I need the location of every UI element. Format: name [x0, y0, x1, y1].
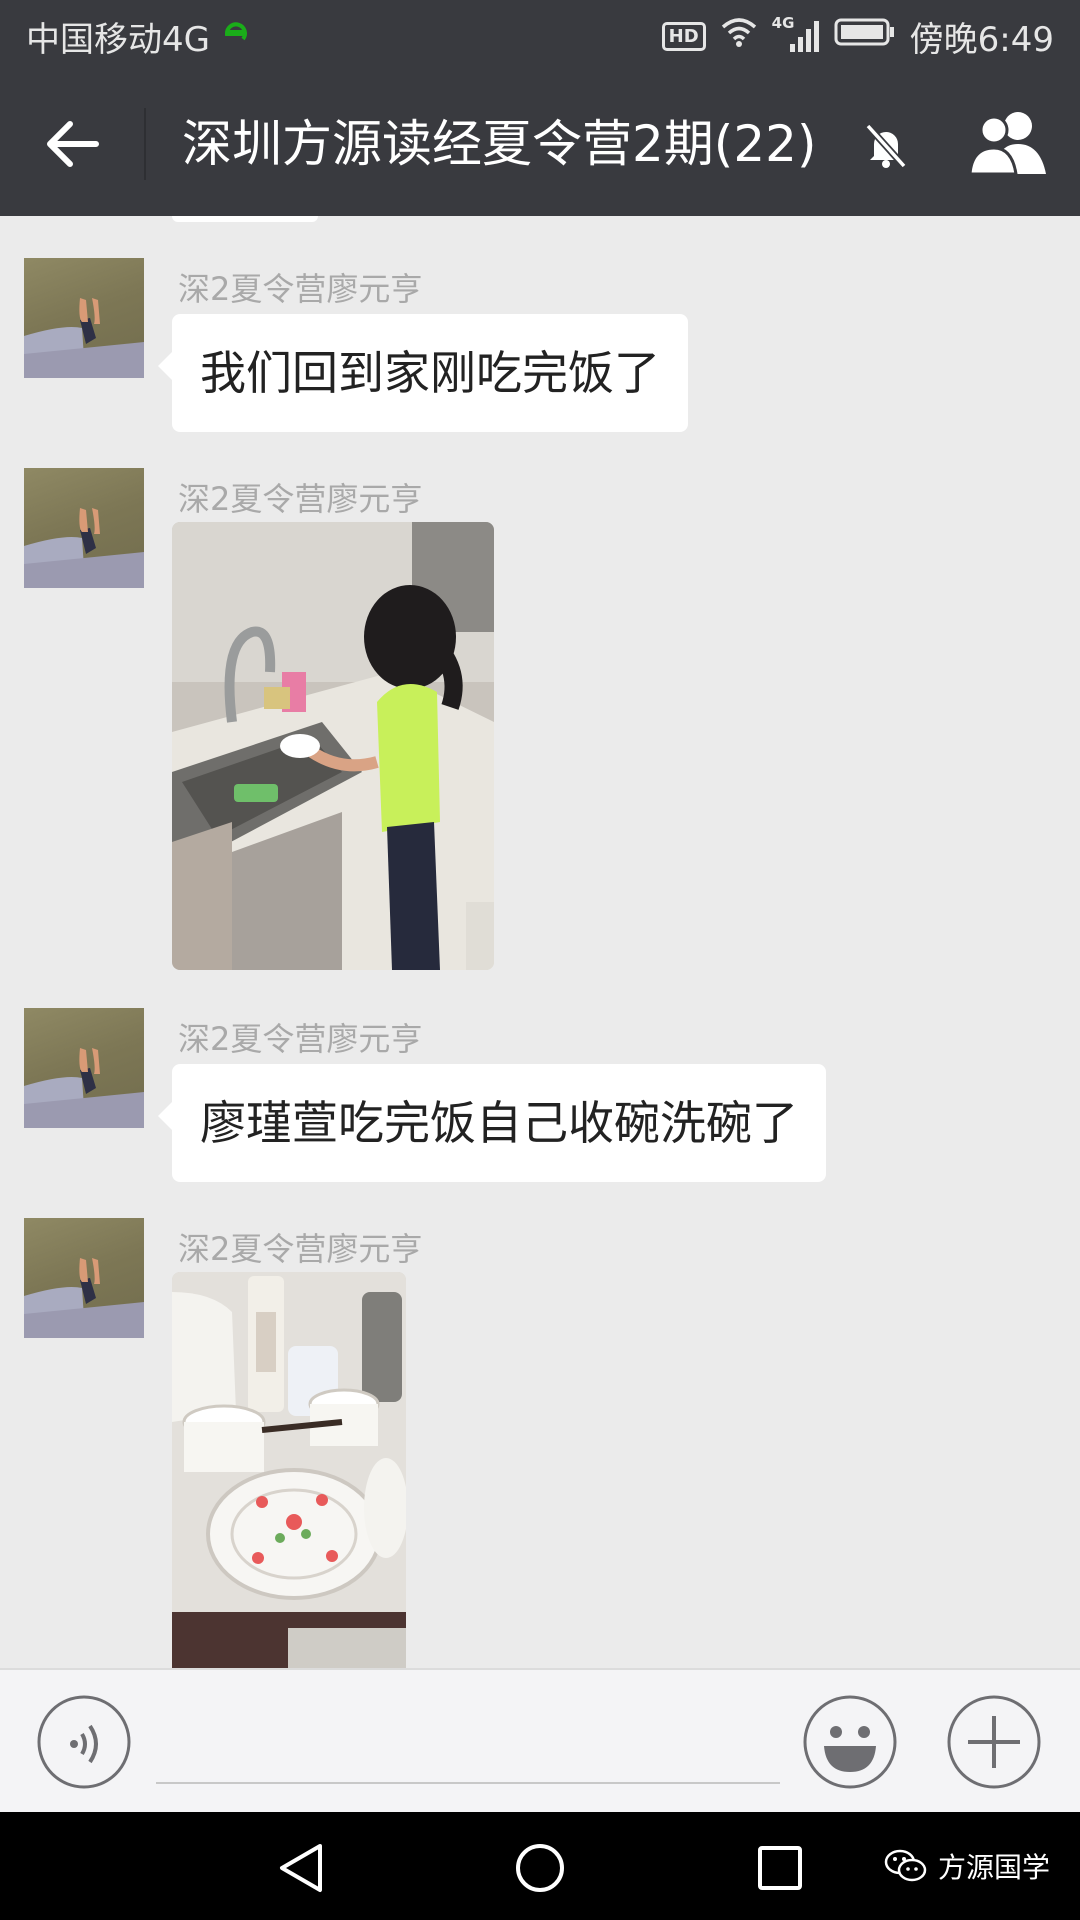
- wechat-logo-icon: [884, 1849, 927, 1882]
- chat-title: 深圳方源读经夏令营2期(22): [182, 115, 817, 173]
- nav-back-button[interactable]: [276, 1842, 324, 1898]
- battery-icon: [834, 16, 896, 56]
- message-input[interactable]: [156, 1690, 780, 1784]
- nav-home-button[interactable]: [514, 1842, 566, 1898]
- emoji-icon: [803, 1695, 897, 1789]
- group-members-button[interactable]: [966, 110, 1050, 180]
- nav-back-icon: [280, 1844, 322, 1892]
- plus-icon: [947, 1695, 1041, 1789]
- group-members-icon: [968, 112, 1046, 176]
- sender-name: 深2夏令营廖元亨: [178, 1230, 423, 1268]
- clock-label: 傍晚6:49: [909, 19, 1054, 60]
- back-button[interactable]: [40, 112, 104, 176]
- avatar[interactable]: [24, 468, 144, 588]
- voice-icon: [37, 1695, 131, 1789]
- nav-home-icon: [516, 1844, 564, 1892]
- nav-recent-button[interactable]: [756, 1844, 804, 1896]
- back-arrow-icon: [47, 121, 99, 167]
- hd-badge: HD: [661, 21, 706, 51]
- signal-icon: 4G: [772, 14, 820, 54]
- avatar[interactable]: [24, 1218, 144, 1338]
- watermark-label: 方源国学: [938, 1851, 1051, 1884]
- header-divider: [144, 108, 146, 180]
- sender-name: 深2夏令营廖元亨: [178, 270, 423, 308]
- chat-message-list[interactable]: 深2夏令营廖元亨 我们回到家刚吃完饭了 深2夏令营廖元亨 深2夏令营廖元亨 廖瑾…: [0, 216, 1080, 1668]
- wifi-icon: [720, 16, 758, 56]
- system-nav-bar: 方源国学: [0, 1812, 1080, 1920]
- carrier-label: 中国移动4G: [26, 19, 210, 60]
- status-left: 中国移动4G: [26, 12, 250, 61]
- avatar[interactable]: [24, 258, 144, 378]
- message-bubble[interactable]: 廖瑾萱吃完饭自己收碗洗碗了: [158, 1064, 826, 1182]
- status-right: HD 4G 傍晚6:49: [661, 12, 1054, 61]
- more-button[interactable]: [946, 1694, 1042, 1794]
- dishes-photo[interactable]: [172, 1272, 406, 1668]
- nav-recent-icon: [758, 1846, 802, 1890]
- network-type-label: 4G: [771, 14, 795, 32]
- input-bar: [0, 1668, 1080, 1812]
- previous-message-bubble: [172, 216, 318, 222]
- sender-name: 深2夏令营廖元亨: [178, 1020, 423, 1058]
- avatar[interactable]: [24, 1008, 144, 1128]
- message-bubble[interactable]: 我们回到家刚吃完饭了: [158, 314, 688, 432]
- voice-input-button[interactable]: [36, 1694, 132, 1794]
- status-bar: 中国移动4G HD 4G 傍晚6:49: [0, 0, 1080, 72]
- emoji-button[interactable]: [802, 1694, 898, 1794]
- sender-name: 深2夏令营廖元亨: [178, 480, 423, 518]
- chat-header: 深圳方源读经夏令营2期(22): [0, 72, 1080, 216]
- mute-bell-icon: [862, 122, 910, 174]
- watermark: 方源国学: [884, 1846, 1050, 1886]
- browser-e-icon: [220, 16, 250, 56]
- kitchen-sink-photo[interactable]: [172, 522, 494, 970]
